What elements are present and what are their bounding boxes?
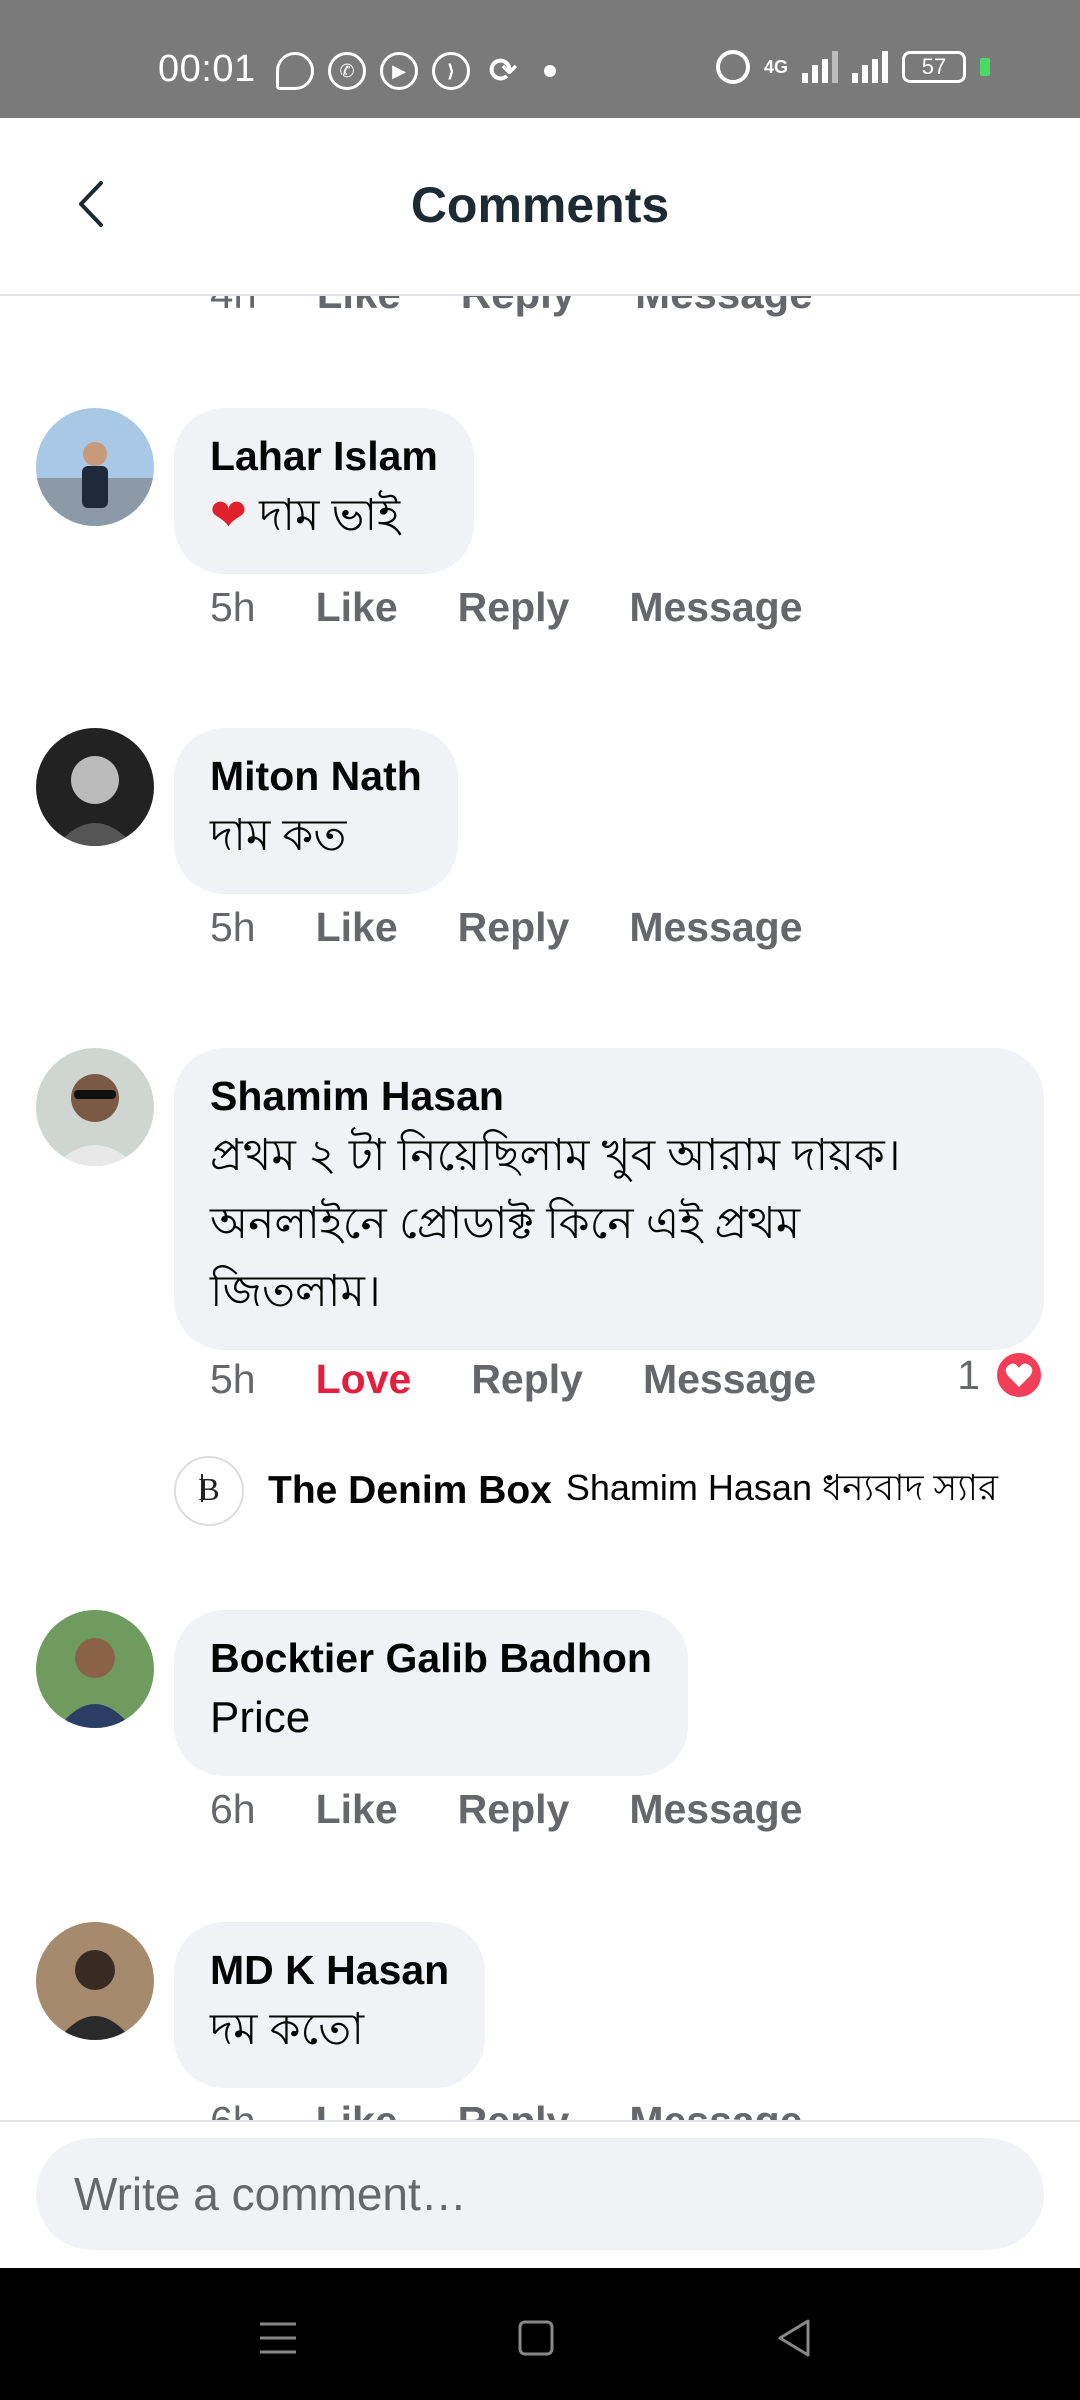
back-nav-button[interactable] xyxy=(764,2308,824,2368)
comment-time: 5h xyxy=(210,904,256,950)
previous-comment-actions: 4h Like Reply Message xyxy=(210,296,873,318)
comment-time: 5h xyxy=(210,1356,256,1402)
comment-bubble[interactable]: Bocktier Galib Badhon Price xyxy=(174,1610,688,1776)
reply-author-name[interactable]: The Denim Box xyxy=(268,1469,552,1513)
reply-button[interactable]: Reply xyxy=(458,904,570,951)
chat-app-icon xyxy=(276,52,314,90)
comment-time: 5h xyxy=(210,584,256,630)
share-app-icon: ⟳ xyxy=(488,52,518,90)
avatar[interactable] xyxy=(36,408,154,526)
whatsapp-icon: ✆ xyxy=(328,52,366,90)
like-button[interactable]: Like xyxy=(316,1786,398,1833)
like-button[interactable]: Like xyxy=(316,904,398,951)
reply-button[interactable]: Reply xyxy=(458,584,570,631)
message-button[interactable]: Message xyxy=(643,1356,816,1403)
love-reaction-icon xyxy=(994,1350,1044,1400)
menu-button[interactable] xyxy=(248,2308,308,2368)
reply-text: Shamim Hasan ধন্যবাদ স্যার xyxy=(565,1467,998,1508)
commenter-name[interactable]: Bocktier Galib Badhon xyxy=(210,1632,652,1684)
heart-emoji-icon: ❤ xyxy=(210,491,247,540)
menu-icon xyxy=(260,2322,296,2354)
commenter-name[interactable]: Shamim Hasan xyxy=(210,1070,1008,1122)
avatar[interactable] xyxy=(36,728,154,846)
commenter-name[interactable]: Lahar Islam xyxy=(210,430,438,482)
comment-text-line: জিতলাম। xyxy=(210,1267,381,1316)
reply-button[interactable]: Reply xyxy=(461,296,575,318)
avatar[interactable] xyxy=(36,1922,154,2040)
back-triangle-icon xyxy=(778,2319,810,2357)
page-logo-avatar: B xyxy=(174,1456,244,1526)
reaction-summary[interactable]: 1 xyxy=(957,1350,1044,1400)
signal-icon-1 xyxy=(802,51,838,83)
comment-text: Price xyxy=(210,1693,311,1742)
system-nav-bar xyxy=(0,2268,1080,2400)
reply-preview[interactable]: B The Denim Box Shamim Hasan ধন্যবাদ স্য… xyxy=(174,1456,998,1526)
more-notifications-icon xyxy=(544,65,556,77)
reply-button[interactable]: Reply xyxy=(458,2098,570,2120)
comment-bubble[interactable]: MD K Hasan দম কতো xyxy=(174,1922,486,2088)
avatar[interactable] xyxy=(36,1048,154,1166)
reply-button[interactable]: Reply xyxy=(458,1786,570,1833)
comment-actions: 6h Like Reply Message xyxy=(210,2098,863,2120)
message-button[interactable]: Message xyxy=(629,1786,802,1833)
like-button[interactable]: Like xyxy=(316,584,398,631)
charging-icon xyxy=(980,58,990,76)
comment-input[interactable] xyxy=(36,2138,1044,2250)
love-reaction-button[interactable]: Love xyxy=(316,1356,412,1403)
comment-bubble[interactable]: Shamim Hasan প্রথম ২ টা নিয়েছিলাম খুব আ… xyxy=(174,1048,1044,1350)
like-button[interactable]: Like xyxy=(316,2098,398,2120)
comment-actions: 5h Like Reply Message xyxy=(210,584,863,631)
comment-time: 6h xyxy=(210,1786,256,1832)
comment-text: ❤ দাম ভাই xyxy=(210,491,401,540)
battery-icon: 57 xyxy=(902,51,966,83)
header: Comments xyxy=(0,118,1080,296)
comment-bubble[interactable]: Miton Nath দাম কত xyxy=(174,728,458,894)
reply-button[interactable]: Reply xyxy=(471,1356,583,1403)
system-indicators: 4G 57 xyxy=(715,50,990,84)
status-bar: 00:01 ✆ ▶ ⟩ ⟳ 4G 57 xyxy=(0,0,1080,118)
comment-text-line: প্রথম ২ টা নিয়েছিলাম খুব আরাম দায়ক। xyxy=(210,1131,901,1180)
comment-actions: 6h Like Reply Message xyxy=(210,1786,863,1833)
like-button[interactable]: Like xyxy=(317,296,401,318)
comment-time: 6h xyxy=(210,2098,256,2120)
message-button[interactable]: Message xyxy=(629,2098,802,2120)
comment-composer xyxy=(0,2120,1080,2268)
commenter-name[interactable]: Miton Nath xyxy=(210,750,422,802)
app-notification-icon: ⟩ xyxy=(432,52,470,90)
status-time: 00:01 xyxy=(158,48,256,90)
message-button[interactable]: Message xyxy=(629,584,802,631)
reaction-count: 1 xyxy=(957,1351,980,1398)
comment-text: দাম কত xyxy=(210,811,347,860)
home-square-icon xyxy=(518,2320,554,2356)
home-button[interactable] xyxy=(506,2308,566,2368)
comment-text-line: অনলাইনে প্রোডাক্ট কিনে এই প্রথম xyxy=(210,1199,801,1248)
alarm-icon xyxy=(715,50,750,84)
message-button[interactable]: Message xyxy=(635,296,812,318)
comment-actions: 5h Love Reply Message xyxy=(210,1356,876,1403)
comment-time: 4h xyxy=(210,296,257,318)
notification-icons: ✆ ▶ ⟩ ⟳ xyxy=(276,52,556,90)
comment-actions: 5h Like Reply Message xyxy=(210,904,863,951)
comment-text: দম কতো xyxy=(210,2005,365,2054)
avatar[interactable] xyxy=(36,1610,154,1728)
page-title: Comments xyxy=(410,177,670,233)
commenter-name[interactable]: MD K Hasan xyxy=(210,1944,449,1996)
network-type: 4G xyxy=(763,56,788,77)
youtube-icon: ▶ xyxy=(380,52,418,90)
message-button[interactable]: Message xyxy=(629,904,802,951)
comment-bubble[interactable]: Lahar Islam ❤ দাম ভাই xyxy=(174,408,474,574)
comments-list[interactable]: 4h Like Reply Message Lahar Islam ❤ দাম … xyxy=(0,296,1080,2120)
signal-icon-2 xyxy=(852,51,888,83)
